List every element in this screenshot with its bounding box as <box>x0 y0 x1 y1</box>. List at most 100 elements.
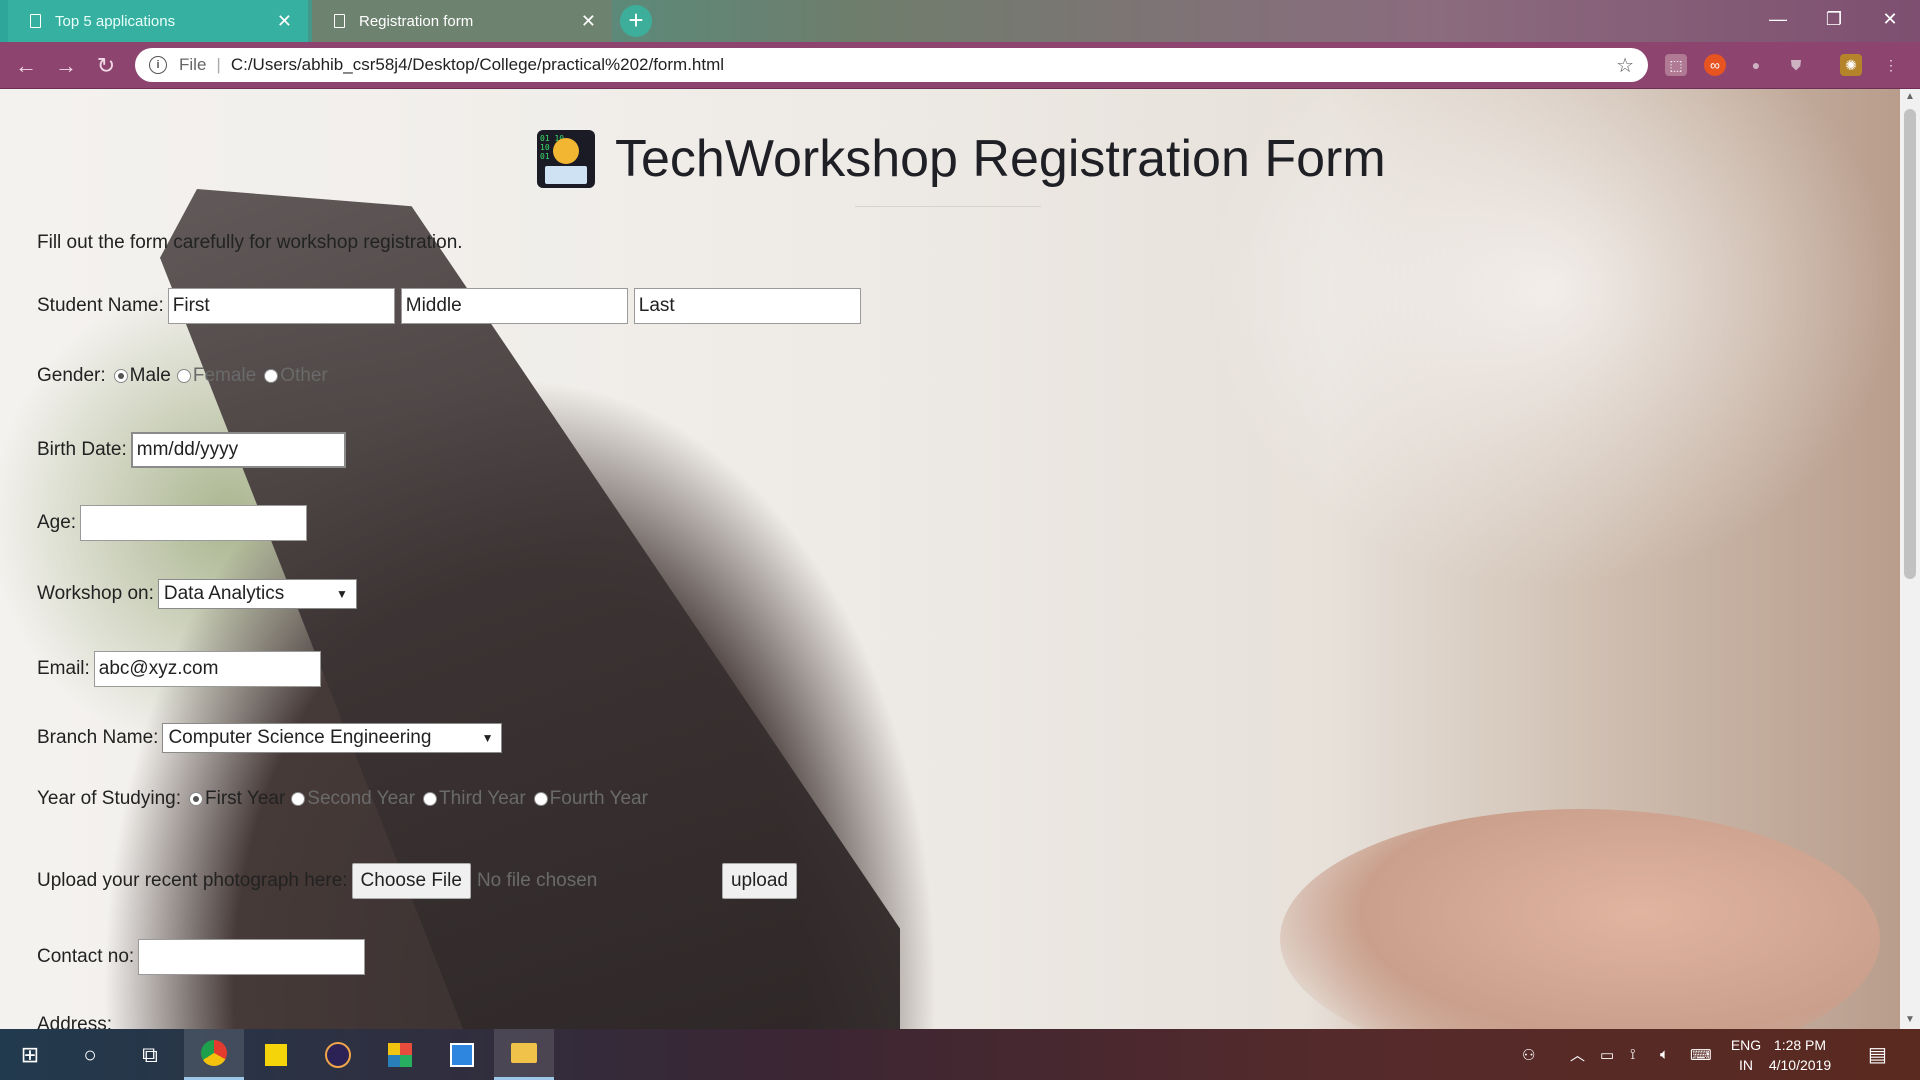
dropdown-caret-icon: ▼ <box>481 731 494 745</box>
page-scrollbar[interactable]: ▲ ▼ <box>1900 89 1920 1029</box>
page-icon <box>30 14 41 28</box>
scroll-thumb[interactable] <box>1904 109 1916 579</box>
page-title: TechWorkshop Registration Form <box>615 130 1386 188</box>
address-row: Address: <box>37 1014 116 1029</box>
year-label: Year of Studying: <box>37 788 182 809</box>
address-toolbar: ← → ↻ i File | C:/Users/abhib_csr58j4/De… <box>0 42 1920 89</box>
bookmark-star-icon[interactable]: ☆ <box>1616 53 1634 78</box>
email-input[interactable] <box>93 651 321 687</box>
file-status-text: No file chosen <box>476 870 598 891</box>
intro-text: Fill out the form carefully for workshop… <box>37 232 463 253</box>
forward-icon[interactable]: → <box>52 52 80 80</box>
branch-row: Branch Name: Computer Science Engineerin… <box>37 723 503 753</box>
notifications-icon[interactable]: ▤ <box>1868 1029 1887 1080</box>
gender-male-label: Male <box>129 365 171 386</box>
cortana-search-icon[interactable]: ○ <box>60 1029 120 1080</box>
chrome-app-icon[interactable] <box>184 1029 244 1080</box>
sticky-notes-icon[interactable] <box>246 1029 306 1080</box>
pdf-extension-icon[interactable]: ⬚ <box>1665 54 1687 76</box>
windows-start-icon[interactable]: ⊞ <box>0 1029 60 1080</box>
workshop-select[interactable]: Data Analytics ▼ <box>157 579 357 609</box>
upload-label: Upload your recent photograph here: <box>37 870 348 891</box>
task-view-icon[interactable]: ⧉ <box>120 1029 180 1080</box>
tab-registration-form[interactable]: Registration form ✕ <box>312 0 612 42</box>
year-third-radio[interactable] <box>423 792 438 806</box>
year-fourth-radio[interactable] <box>533 792 548 806</box>
address-bar[interactable]: i File | C:/Users/abhib_csr58j4/Desktop/… <box>135 48 1648 82</box>
dropdown-caret-icon: ▼ <box>336 587 348 601</box>
gender-male-radio[interactable] <box>113 369 128 383</box>
workshop-row: Workshop on: Data Analytics ▼ <box>37 579 357 609</box>
registration-form: 01 10 10 01 01 10 TechWorkshop Registratio… <box>0 89 1900 1029</box>
upload-button[interactable]: upload <box>721 863 797 899</box>
gender-female-label: Female <box>192 365 257 386</box>
age-input[interactable] <box>80 505 308 541</box>
contact-row: Contact no: <box>37 939 366 975</box>
system-clock[interactable]: 1:28 PM 4/10/2019 <box>1760 1035 1840 1075</box>
eclipse-app-icon[interactable] <box>308 1029 368 1080</box>
first-name-input[interactable] <box>167 288 395 324</box>
region-code: IN <box>1739 1057 1753 1073</box>
shield-icon[interactable]: ⛊ <box>1785 54 1807 76</box>
extension-icon[interactable]: ∞ <box>1704 54 1726 76</box>
clock-date: 4/10/2019 <box>1768 1057 1832 1073</box>
scroll-down-icon[interactable]: ▼ <box>1905 1014 1915 1025</box>
gender-female-radio[interactable] <box>176 369 191 383</box>
url-text[interactable]: C:/Users/abhib_csr58j4/Desktop/College/p… <box>231 55 1616 75</box>
menu-icon[interactable]: ⋮ <box>1880 54 1902 76</box>
windows-taskbar: ⊞ ○ ⧉ ⚇ ︿ ▭ ⟟ 🔈︎ ⌨ ENG IN 1:28 PM 4/10/2… <box>0 1029 1920 1080</box>
contact-input[interactable] <box>138 939 366 975</box>
volume-icon[interactable]: 🔈︎ <box>1660 1029 1669 1080</box>
workshop-label: Workshop on: <box>37 583 154 604</box>
birth-date-row: Birth Date: <box>37 432 346 468</box>
middle-name-input[interactable] <box>400 288 628 324</box>
year-fourth-label: Fourth Year <box>549 788 648 809</box>
close-window-button[interactable]: ✕ <box>1870 0 1910 38</box>
year-first-radio[interactable] <box>189 792 204 806</box>
birth-date-label: Birth Date: <box>37 439 127 460</box>
age-label: Age: <box>37 512 77 533</box>
student-name-label: Student Name: <box>37 295 164 316</box>
language-indicator[interactable]: ENG IN <box>1728 1035 1764 1075</box>
keyboard-icon[interactable]: ⌨ <box>1690 1029 1712 1080</box>
people-icon[interactable]: ⚇ <box>1522 1029 1535 1080</box>
year-first-label: First Year <box>205 788 286 809</box>
last-name-input[interactable] <box>633 288 861 324</box>
network-icon[interactable]: ⟟ <box>1630 1029 1636 1080</box>
gender-label: Gender: <box>37 365 106 386</box>
info-icon[interactable]: i <box>149 56 167 74</box>
tab-strip: Top 5 applications ✕ Registration form ✕… <box>0 0 1920 42</box>
year-second-radio[interactable] <box>291 792 306 806</box>
minimize-button[interactable]: — <box>1758 0 1798 38</box>
year-row: Year of Studying: First Year Second Year… <box>37 788 650 810</box>
tab-top-5-applications[interactable]: Top 5 applications ✕ <box>8 0 308 42</box>
page-icon <box>334 14 345 28</box>
page-viewport: 01 10 10 01 01 10 TechWorkshop Registratio… <box>0 89 1900 1029</box>
gender-other-label: Other <box>280 365 328 386</box>
back-icon[interactable]: ← <box>12 52 40 80</box>
birth-date-input[interactable] <box>130 432 346 468</box>
new-tab-button[interactable]: + <box>620 5 652 37</box>
restore-button[interactable]: ❐ <box>1814 0 1854 38</box>
profile-avatar[interactable]: ✺ <box>1840 54 1862 76</box>
office-app-icon[interactable] <box>370 1029 430 1080</box>
battery-icon[interactable]: ▭ <box>1600 1029 1614 1080</box>
store-app-icon[interactable] <box>432 1029 492 1080</box>
clock-time: 1:28 PM <box>1773 1037 1827 1053</box>
scroll-up-icon[interactable]: ▲ <box>1905 91 1915 102</box>
extension-icon[interactable]: ● <box>1745 54 1767 76</box>
workshop-selected-value: Data Analytics <box>163 583 285 604</box>
coder-emoji-icon: 01 10 10 01 01 10 <box>537 130 595 188</box>
choose-file-button[interactable]: Choose File <box>351 863 471 899</box>
header: 01 10 10 01 01 10 TechWorkshop Registratio… <box>537 129 1386 189</box>
file-explorer-icon[interactable] <box>494 1029 554 1080</box>
reload-icon[interactable]: ↻ <box>92 52 120 80</box>
close-tab-icon[interactable]: ✕ <box>581 11 596 32</box>
branch-label: Branch Name: <box>37 727 159 748</box>
show-hidden-icons[interactable]: ︿ <box>1570 1029 1585 1080</box>
branch-select[interactable]: Computer Science Engineering ▼ <box>162 723 503 753</box>
gender-row: Gender: Male Female Other <box>37 365 330 387</box>
scheme-label: File <box>179 55 207 74</box>
close-tab-icon[interactable]: ✕ <box>277 11 292 32</box>
gender-other-radio[interactable] <box>264 369 279 383</box>
